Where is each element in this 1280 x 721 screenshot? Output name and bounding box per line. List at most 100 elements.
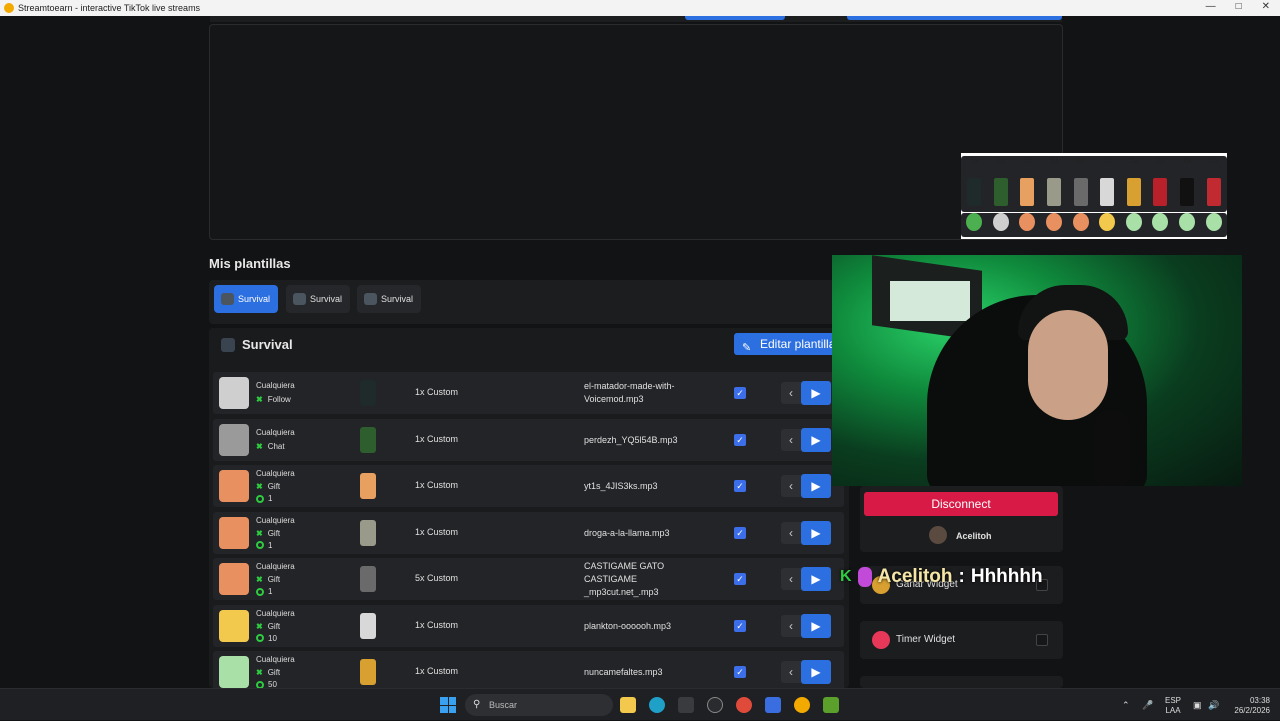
- kick-icon: ✖: [256, 668, 263, 677]
- play-button[interactable]: ▶: [801, 567, 831, 591]
- play-button[interactable]: ▶: [801, 381, 831, 405]
- enabled-checkbox[interactable]: ✓: [734, 433, 746, 446]
- enabled-checkbox[interactable]: ✓: [734, 387, 746, 399]
- tab-label: Survival: [238, 294, 271, 304]
- template-icon: [364, 293, 377, 305]
- play-button[interactable]: ▶: [801, 427, 831, 452]
- app-icon-blue[interactable]: [765, 697, 781, 713]
- widget-toggle[interactable]: [1036, 634, 1048, 646]
- widget-label: Timer Widget: [896, 634, 956, 645]
- play-button[interactable]: ▶: [801, 660, 831, 684]
- tab-survival-3[interactable]: Survival: [357, 285, 422, 313]
- kick-icon: K: [840, 568, 852, 585]
- gift-icon: [1046, 213, 1063, 231]
- clock[interactable]: 03:38 26/2/2026: [1228, 696, 1270, 716]
- network-icon[interactable]: ▣: [1193, 700, 1202, 711]
- trigger-user: Cualquiera: [256, 515, 295, 525]
- chevron-left-icon[interactable]: ‹: [781, 568, 801, 590]
- language-indicator[interactable]: ESP LAA: [1165, 696, 1181, 716]
- chevron-left-icon[interactable]: ‹: [781, 661, 801, 683]
- action-label: 1x Custom: [415, 480, 459, 490]
- volume-icon[interactable]: 🔊: [1208, 700, 1219, 711]
- action-label: 1x Custom: [415, 619, 459, 630]
- sound-file: el-matador-made-with-Voicemod.mp3: [584, 381, 675, 404]
- streamtoearn-icon[interactable]: [794, 697, 810, 713]
- gift-mob-cell: [1041, 178, 1068, 212]
- gift-trigger-cell: [1121, 213, 1148, 237]
- chevron-left-icon[interactable]: ‹: [781, 614, 801, 637]
- gift-trigger-cell: [1174, 213, 1201, 237]
- play-button[interactable]: ▶: [801, 613, 831, 638]
- trigger-user: Cualquiera: [256, 427, 295, 437]
- event-label: Gift: [267, 668, 281, 677]
- close-icon[interactable]: ✕: [1262, 1, 1270, 12]
- action-label: 1x Custom: [415, 666, 459, 676]
- widget-partial[interactable]: [860, 676, 1063, 688]
- coin-cost: 1: [256, 494, 272, 503]
- event-label: Gift: [267, 575, 281, 584]
- enabled-checkbox[interactable]: ✓: [734, 573, 746, 585]
- trigger-user: Cualquiera: [256, 608, 295, 618]
- coin-icon: [256, 494, 264, 503]
- microphone-icon[interactable]: 🎤: [1142, 700, 1153, 711]
- table-row: Cualquiera ✖ Gift 1 5x Custom CASTIGAME GATO …: [213, 558, 844, 600]
- gift-icon: [992, 213, 1009, 231]
- coin-icon: [256, 587, 264, 596]
- connection-box: Disconnect Acelitoh: [860, 486, 1063, 552]
- file-explorer-icon[interactable]: [620, 697, 636, 713]
- coin-icon: [256, 541, 264, 549]
- toolbar-button-partial[interactable]: [685, 16, 785, 20]
- toolbar-button-partial-wide[interactable]: [847, 16, 1062, 20]
- trigger-event: ✖ Gift: [256, 482, 280, 491]
- sound-file: CASTIGAME GATO CASTIGAME _mp3cut.net_.mp…: [584, 561, 665, 597]
- play-button[interactable]: ▶: [801, 474, 831, 498]
- mob-icon: [1180, 178, 1195, 206]
- gift-mob-cell: [1094, 178, 1121, 212]
- gift-icon: [1179, 213, 1196, 231]
- play-button[interactable]: ▶: [801, 520, 831, 545]
- trigger-event: ✖ Gift: [256, 622, 280, 631]
- pencil-icon: ✎: [742, 342, 752, 354]
- chevron-left-icon[interactable]: ‹: [781, 428, 801, 451]
- chevron-left-icon[interactable]: ‹: [781, 475, 801, 497]
- template-tabs: Survival Survival Survival: [209, 280, 849, 324]
- chevron-up-icon[interactable]: ⌃: [1122, 700, 1130, 711]
- chevron-left-icon[interactable]: ‹: [781, 521, 801, 544]
- coin-cost: 1: [256, 587, 272, 596]
- mob-icon: [1153, 178, 1168, 206]
- app-icon: [4, 3, 14, 13]
- minimize-icon[interactable]: —: [1206, 1, 1216, 12]
- taskbar-search[interactable]: ⚲ Buscar: [465, 694, 613, 716]
- edge-browser-icon[interactable]: [649, 697, 665, 713]
- gift-icon: [1072, 213, 1089, 231]
- store-icon[interactable]: [678, 697, 694, 713]
- tab-survival-2[interactable]: Survival: [286, 285, 351, 313]
- mob-icon: [360, 519, 376, 546]
- start-icon[interactable]: [440, 697, 456, 713]
- enabled-checkbox[interactable]: ✓: [734, 619, 746, 632]
- tab-survival-1[interactable]: Survival: [214, 285, 279, 313]
- widget-timer[interactable]: Timer Widget: [860, 621, 1063, 659]
- mob-icon: [1206, 178, 1221, 206]
- enabled-checkbox[interactable]: ✓: [734, 480, 746, 492]
- maximize-icon[interactable]: □: [1236, 1, 1242, 12]
- enabled-checkbox[interactable]: ✓: [734, 526, 746, 539]
- trigger-event: ✖ Follow: [256, 395, 291, 404]
- chevron-left-icon[interactable]: ‹: [781, 382, 801, 404]
- alarm-clock-icon: [872, 631, 890, 649]
- disconnect-button[interactable]: Disconnect: [864, 492, 1058, 516]
- tab-label: Survival: [381, 294, 414, 304]
- kick-icon: ✖: [256, 528, 263, 538]
- microphone: [1094, 410, 1130, 486]
- enabled-checkbox[interactable]: ✓: [734, 666, 746, 678]
- search-icon: ⚲: [473, 699, 481, 710]
- kick-icon: ✖: [256, 621, 263, 631]
- chrome-icon[interactable]: [736, 697, 752, 713]
- app-icon-circle[interactable]: [707, 697, 723, 713]
- trigger-user: Cualquiera: [256, 469, 295, 478]
- chat-user: Acelitoh: [877, 566, 953, 587]
- minecraft-icon[interactable]: [823, 697, 839, 713]
- event-label: Chat: [267, 441, 285, 451]
- template-panel: Survival ✎ Editar plantilla Cualquiera ✖ F…: [209, 328, 849, 693]
- action-label: 1x Custom: [415, 433, 459, 444]
